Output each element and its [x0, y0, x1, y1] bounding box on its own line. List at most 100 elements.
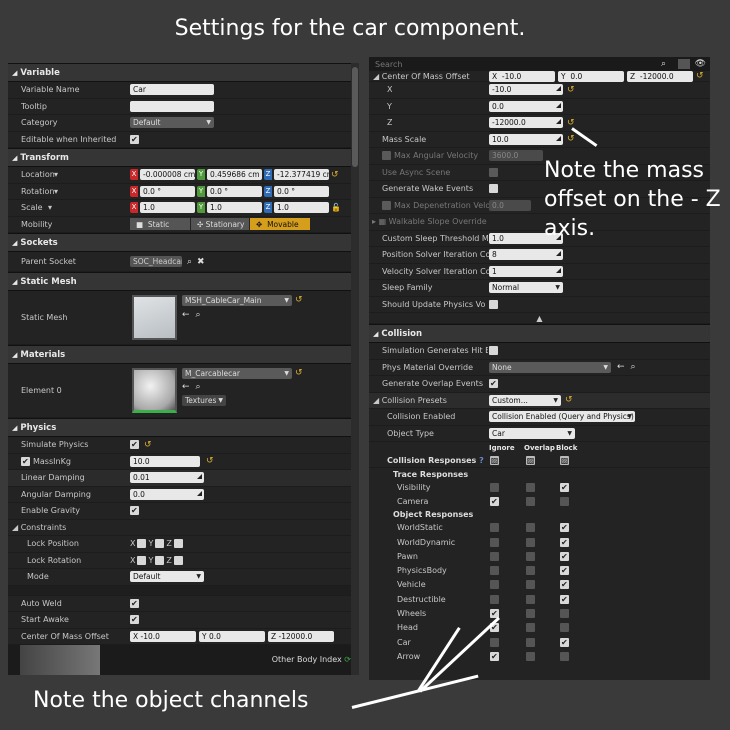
- hit-events-checkbox[interactable]: [489, 346, 498, 356]
- reset-arrow-icon[interactable]: ↺: [567, 85, 575, 95]
- block-checkbox[interactable]: [560, 551, 569, 561]
- overlap-checkbox[interactable]: [526, 496, 535, 506]
- mobility-stationary-button[interactable]: ✣ Stationary: [191, 218, 249, 231]
- chevron-down-icon[interactable]: ▾: [54, 187, 58, 196]
- reset-arrow-icon[interactable]: ↺: [144, 440, 152, 450]
- all-ignore-checkbox[interactable]: ▨: [490, 456, 499, 465]
- phys-material-dropdown[interactable]: None: [489, 361, 611, 373]
- com-z-input[interactable]: Z -12000.0: [268, 630, 334, 642]
- max-angular-velocity-input[interactable]: 3600.0: [489, 150, 543, 162]
- close-icon[interactable]: ✖: [197, 257, 205, 267]
- lock-icon[interactable]: 🔓: [331, 203, 341, 212]
- com-z-input[interactable]: Z -12000.0: [627, 70, 693, 82]
- com-x-input[interactable]: X -10.0: [130, 630, 196, 642]
- reset-arrow-icon[interactable]: ↺: [567, 118, 575, 128]
- angular-damping-input[interactable]: 0.0: [130, 488, 204, 500]
- block-checkbox[interactable]: [560, 496, 569, 506]
- ignore-checkbox[interactable]: [490, 482, 499, 492]
- all-overlap-checkbox[interactable]: ▨: [526, 456, 535, 465]
- mobility-static-button[interactable]: ■ Static: [130, 218, 190, 231]
- search-input[interactable]: [375, 59, 655, 69]
- sleep-family-dropdown[interactable]: Normal: [489, 282, 563, 294]
- scale-y-input[interactable]: 1.0: [207, 202, 262, 214]
- overlap-checkbox[interactable]: [526, 537, 535, 547]
- collapse-arrow-icon[interactable]: ◢: [12, 351, 17, 359]
- rotation-x-input[interactable]: 0.0 °: [140, 185, 195, 197]
- lock-x-checkbox[interactable]: [137, 539, 147, 549]
- left-scrollbar[interactable]: [351, 63, 359, 675]
- start-awake-checkbox[interactable]: [130, 615, 139, 625]
- block-checkbox[interactable]: [560, 651, 569, 661]
- rotation-y-input[interactable]: 0.0 °: [207, 185, 262, 197]
- block-checkbox[interactable]: [560, 523, 569, 533]
- overlap-checkbox[interactable]: [526, 482, 535, 492]
- ignore-checkbox[interactable]: [490, 551, 499, 561]
- scrollbar-thumb[interactable]: [352, 67, 358, 167]
- com-z-field[interactable]: -12000.0: [489, 117, 563, 129]
- overlap-checkbox[interactable]: [526, 594, 535, 604]
- wake-events-checkbox[interactable]: [489, 184, 498, 194]
- chevron-down-icon[interactable]: ▾: [48, 203, 52, 212]
- section-variable[interactable]: ◢ Variable: [8, 63, 359, 82]
- mass-override-checkbox[interactable]: [21, 456, 30, 466]
- simulate-physics-checkbox[interactable]: [130, 440, 139, 450]
- velocity-iterations-input[interactable]: 1: [489, 265, 563, 277]
- enable-gravity-checkbox[interactable]: [130, 506, 139, 516]
- reset-arrow-icon[interactable]: ↺: [696, 71, 704, 81]
- static-mesh-dropdown[interactable]: MSH_CableCar_Main: [182, 295, 292, 306]
- overlap-checkbox[interactable]: [526, 651, 535, 661]
- ignore-checkbox[interactable]: [490, 496, 499, 506]
- collapse-arrow-icon[interactable]: ◢: [12, 424, 17, 432]
- linear-damping-input[interactable]: 0.01: [130, 472, 204, 484]
- collapse-arrow-icon[interactable]: ◢: [373, 330, 378, 338]
- eye-icon[interactable]: 👁: [695, 59, 706, 69]
- position-iterations-input[interactable]: 8: [489, 249, 563, 261]
- section-transform[interactable]: ◢ Transform: [8, 148, 359, 167]
- variable-name-input[interactable]: Car: [130, 84, 214, 96]
- overlap-checkbox[interactable]: [526, 551, 535, 561]
- collapse-arrow-icon[interactable]: ◢: [12, 523, 21, 532]
- search-icon[interactable]: ⌕: [187, 257, 192, 267]
- location-z-input[interactable]: -12.377419 cr: [274, 169, 329, 181]
- section-static-mesh[interactable]: ◢ Static Mesh: [8, 272, 359, 291]
- lock-x-checkbox[interactable]: [137, 555, 147, 565]
- update-volume-checkbox[interactable]: [489, 299, 498, 309]
- ignore-checkbox[interactable]: [490, 651, 499, 661]
- lock-z-checkbox[interactable]: [173, 555, 183, 565]
- collapse-arrow-icon[interactable]: ◢: [12, 154, 17, 162]
- grid-view-icon[interactable]: [678, 59, 690, 69]
- com-y-input[interactable]: Y 0.0: [199, 630, 265, 642]
- lock-y-checkbox[interactable]: [155, 539, 165, 549]
- reset-arrow-icon[interactable]: ↺: [565, 395, 573, 405]
- overlap-checkbox[interactable]: [526, 523, 535, 533]
- reset-arrow-icon[interactable]: ↺: [206, 456, 214, 466]
- com-x-input[interactable]: X -10.0: [489, 70, 555, 82]
- location-x-input[interactable]: -0.000008 cm: [140, 169, 195, 181]
- block-checkbox[interactable]: [560, 594, 569, 604]
- collision-enabled-dropdown[interactable]: Collision Enabled (Query and Physics): [489, 411, 635, 423]
- textures-dropdown[interactable]: Textures: [182, 395, 226, 406]
- block-checkbox[interactable]: [560, 580, 569, 590]
- block-checkbox[interactable]: [560, 566, 569, 576]
- search-icon[interactable]: ⌕: [196, 382, 201, 392]
- ignore-checkbox[interactable]: [490, 566, 499, 576]
- scale-x-input[interactable]: 1.0: [140, 202, 195, 214]
- max-depenetration-checkbox[interactable]: [382, 200, 391, 210]
- section-materials[interactable]: ◢ Materials: [8, 345, 359, 364]
- overlap-checkbox[interactable]: [526, 566, 535, 576]
- row-constraints[interactable]: ◢ Constraints: [8, 520, 359, 536]
- mass-scale-input[interactable]: 10.0: [489, 133, 563, 145]
- overlap-checkbox[interactable]: [526, 623, 535, 633]
- location-y-input[interactable]: 0.459686 cm: [207, 169, 262, 181]
- parent-socket-field[interactable]: SOC_Headcar: [130, 256, 182, 267]
- overlap-checkbox[interactable]: [526, 609, 535, 619]
- rotation-z-input[interactable]: 0.0 °: [274, 185, 329, 197]
- all-block-checkbox[interactable]: ▨: [560, 456, 569, 465]
- mass-input[interactable]: 10.0: [130, 455, 200, 467]
- browse-arrow-icon[interactable]: ←: [182, 382, 190, 392]
- collapse-arrow-icon[interactable]: ◢: [12, 69, 17, 77]
- category-dropdown[interactable]: Default: [130, 117, 214, 129]
- reset-arrow-icon[interactable]: ↺: [295, 368, 303, 379]
- ignore-checkbox[interactable]: [490, 580, 499, 590]
- lock-z-checkbox[interactable]: [173, 539, 183, 549]
